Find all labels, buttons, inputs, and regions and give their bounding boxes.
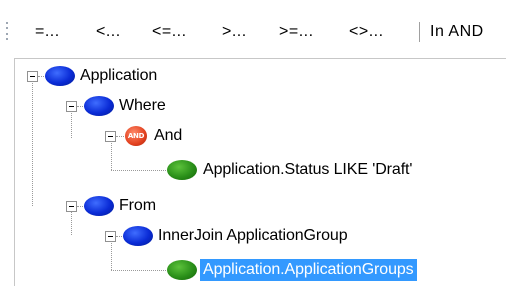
blue-circle-icon — [123, 226, 153, 246]
tree-node-from[interactable]: From — [15, 191, 235, 221]
toolbar-grip[interactable] — [6, 22, 8, 40]
less-than-button[interactable]: <... — [96, 20, 121, 44]
in-and-button[interactable]: In AND — [430, 20, 484, 44]
collapse-toggle-icon[interactable] — [105, 231, 116, 242]
blue-circle-icon — [45, 66, 75, 86]
collapse-toggle-icon[interactable] — [66, 201, 77, 212]
collapse-toggle-icon[interactable] — [66, 101, 77, 112]
tree-node-and[interactable]: AND And — [15, 121, 235, 151]
tree-node-condition[interactable]: Application.Status LIKE 'Draft' — [15, 155, 506, 185]
greater-than-button[interactable]: >... — [222, 20, 247, 44]
query-builder-window: =... <... <=... >... >=... <>... In AND … — [0, 0, 506, 286]
less-or-equal-button[interactable]: <=... — [152, 20, 187, 44]
node-label: InnerJoin ApplicationGroup — [158, 227, 348, 244]
node-label: Where — [119, 97, 166, 114]
collapse-toggle-icon[interactable] — [27, 71, 38, 82]
tree-node-application[interactable]: Application — [15, 61, 235, 91]
node-label: And — [154, 127, 183, 144]
node-label: From — [119, 197, 156, 214]
node-label: Application.Status LIKE 'Draft' — [203, 161, 413, 178]
tree-node-collection[interactable]: Application.ApplicationGroups — [15, 255, 506, 285]
green-circle-icon — [167, 260, 197, 280]
equals-button[interactable]: =... — [35, 20, 60, 44]
collapse-toggle-icon[interactable] — [105, 131, 116, 142]
and-operator-icon: AND — [125, 126, 147, 146]
toolbar-separator — [419, 22, 420, 42]
blue-circle-icon — [84, 196, 114, 216]
node-label: Application — [80, 67, 158, 84]
blue-circle-icon — [84, 96, 114, 116]
not-equal-button[interactable]: <>... — [349, 20, 384, 44]
green-circle-icon — [167, 160, 197, 180]
node-label-selected: Application.ApplicationGroups — [200, 259, 417, 281]
tree-node-inner-join[interactable]: InnerJoin ApplicationGroup — [15, 221, 506, 251]
query-tree[interactable]: Application Where AND And Application.St… — [14, 58, 506, 286]
greater-or-equal-button[interactable]: >=... — [279, 20, 314, 44]
operator-toolbar: =... <... <=... >... >=... <>... In AND — [0, 0, 506, 58]
tree-node-where[interactable]: Where — [15, 91, 235, 121]
